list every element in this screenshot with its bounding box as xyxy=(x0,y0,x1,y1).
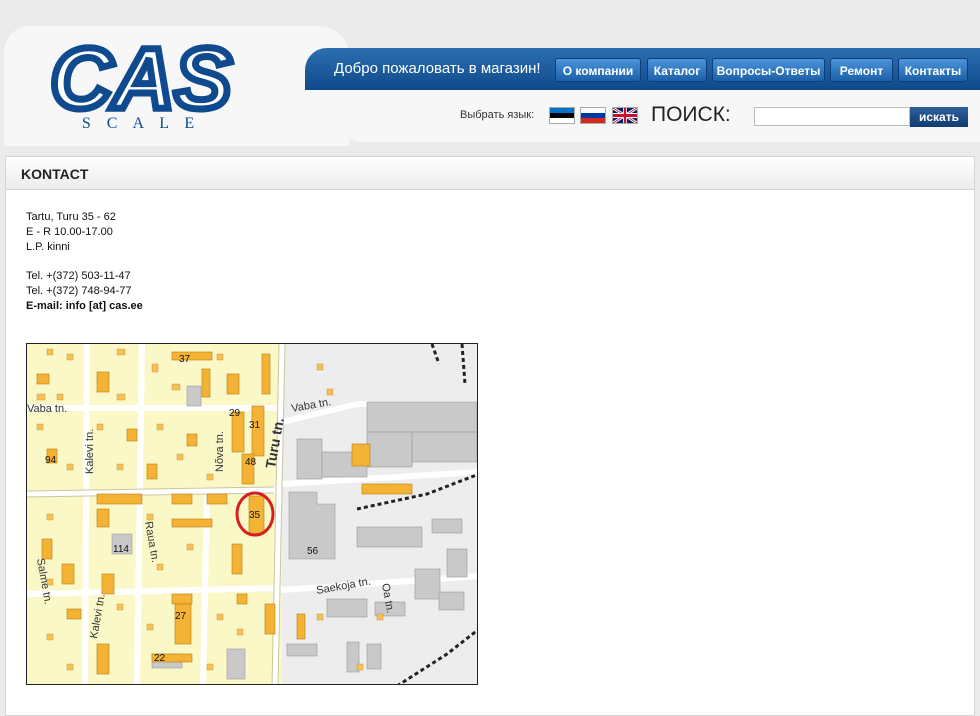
address-text: Tartu, Turu 35 - 62 xyxy=(26,211,116,223)
nav-repair[interactable]: Ремонт xyxy=(830,58,893,82)
search-label: ПОИСК: xyxy=(651,103,731,126)
building-number: 31 xyxy=(249,420,261,431)
search-input[interactable] xyxy=(754,107,910,126)
email-text: E-mail: info [at] cas.ee xyxy=(26,300,143,312)
content-panel: KONTACT Tartu, Turu 35 - 62 E - R 10.00-… xyxy=(5,156,975,716)
logo-subtext: S C A L E xyxy=(82,115,200,130)
building-number: 114 xyxy=(113,544,129,555)
building-number: 27 xyxy=(175,611,187,622)
language-label: Выбрать язык: xyxy=(460,109,535,121)
search-button[interactable]: искать xyxy=(910,107,968,127)
closed-text: L.P. kinni xyxy=(26,241,70,253)
hours-text: E - R 10.00-17.00 xyxy=(26,226,113,238)
building-number: 37 xyxy=(179,354,191,365)
nav-faq[interactable]: Вопросы-Ответы xyxy=(712,58,825,82)
russia-flag-icon[interactable] xyxy=(580,107,606,124)
street-label: Vaba tn. xyxy=(27,403,67,415)
nav-about[interactable]: О компании xyxy=(555,58,641,82)
uk-flag-icon[interactable] xyxy=(612,107,638,124)
street-label: Kalevi tn. xyxy=(84,429,96,474)
content-header: KONTACT xyxy=(6,157,974,190)
building-number: 22 xyxy=(154,653,166,664)
nav-contacts[interactable]: Контакты xyxy=(898,58,968,82)
street-label: Kalevi tn. xyxy=(88,593,108,640)
street-label: Nõva tn. xyxy=(214,431,226,472)
building-number: 29 xyxy=(229,408,241,419)
street-label: Salme tn. xyxy=(34,557,54,605)
building-number: 94 xyxy=(45,455,57,466)
road-edges xyxy=(27,344,286,684)
nav-catalog[interactable]: Каталог xyxy=(647,58,707,82)
building-number: 48 xyxy=(245,457,257,468)
page-title: KONTACT xyxy=(21,166,89,182)
location-map[interactable]: Turu tn. Vaba tn. Vaba tn. Nõva tn. Kale… xyxy=(26,343,478,685)
welcome-text: Добро пожаловать в магазин! xyxy=(334,60,541,77)
estonia-flag-icon[interactable] xyxy=(549,107,575,124)
phone-1: Tel. +(372) 503-11-47 xyxy=(26,270,131,282)
phone-2: Tel. +(372) 748-94-77 xyxy=(26,285,132,297)
building-number: 35 xyxy=(249,510,261,521)
cas-logo[interactable]: CAS S C A L E xyxy=(40,28,242,135)
street-label: Raua tn. xyxy=(142,520,161,563)
building-number: 56 xyxy=(307,546,319,557)
